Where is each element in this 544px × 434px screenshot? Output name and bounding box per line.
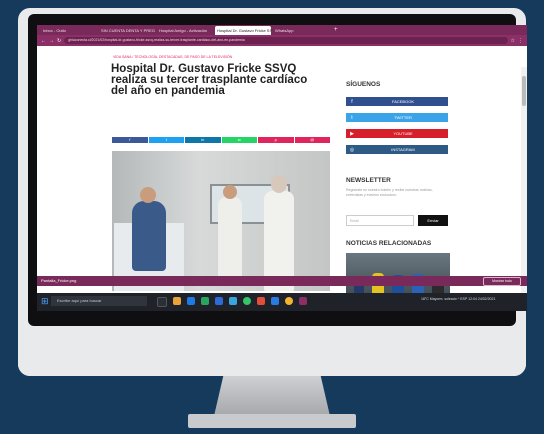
photo-patient-head <box>140 187 156 203</box>
task-view-icon[interactable] <box>157 297 167 307</box>
browser-tab[interactable]: Inbox - Outlo <box>41 28 97 33</box>
whatsapp-icon[interactable] <box>243 297 251 305</box>
store-icon[interactable] <box>201 297 209 305</box>
browser-tab[interactable]: SIN CUENTA DENTA Y PREGUN <box>99 28 155 33</box>
social-button-youtube[interactable]: ▶ YOUTUBE <box>346 129 448 138</box>
social-button-facebook[interactable]: f FACEBOOK <box>346 97 448 106</box>
facebook-icon: f <box>351 98 353 105</box>
monitor-chin <box>18 326 526 376</box>
chrome-icon[interactable] <box>285 297 293 305</box>
social-button-label: INSTAGRAM <box>391 147 415 152</box>
monitor-screen: Inbox - Outlo SIN CUENTA DENTA Y PREGUN … <box>37 25 527 311</box>
monitor-stand-foot <box>188 414 356 428</box>
web-page: VIDA SANA / TECNOLOGÍA, DESTACADAS, DE P… <box>37 46 527 309</box>
social-button-instagram[interactable]: ◎ INSTAGRAM <box>346 145 448 154</box>
browser-tab-active[interactable]: Hospital Dr. Gustavo Fricke SSVQ <box>215 25 271 35</box>
social-button-label: FACEBOOK <box>391 99 414 104</box>
article-title: Hospital Dr. Gustavo Fricke SSVQ realiza… <box>111 63 308 97</box>
taskbar-search-input[interactable]: Escribe aquí para buscar <box>51 296 147 306</box>
scrollbar-thumb[interactable] <box>522 76 526 106</box>
system-tray[interactable]: 18°C Mayorm. soleado ^ ESP 12:04 24/02/2… <box>421 297 495 301</box>
share-buttons: f t in w p @ <box>112 137 330 143</box>
forward-icon[interactable]: → <box>49 38 54 44</box>
monitor-stand-neck <box>214 376 330 416</box>
email-input[interactable]: Email <box>346 215 414 226</box>
linkedin-icon[interactable]: in <box>185 137 221 143</box>
reload-icon[interactable]: ↻ <box>57 38 61 44</box>
word-icon[interactable] <box>271 297 279 305</box>
newsletter-description: Regístrate en nuestro boletín y recibe n… <box>346 188 433 197</box>
send-button[interactable]: Enviar <box>418 215 448 226</box>
twitter-icon: t <box>351 114 353 121</box>
file-explorer-icon[interactable] <box>173 297 181 305</box>
photo-patient <box>132 201 166 271</box>
article-photo <box>112 151 330 291</box>
related-heading: NOTICIAS RELACIONADAS <box>346 240 432 247</box>
edge-icon[interactable] <box>187 297 195 305</box>
instagram-icon: ◎ <box>349 146 355 153</box>
bookmark-star-icon[interactable]: ☆ <box>511 38 515 44</box>
youtube-icon: ▶ <box>350 130 354 137</box>
downloads-bar <box>37 276 527 286</box>
twitter-icon[interactable]: t <box>148 137 184 143</box>
newsletter-heading: NEWSLETTER <box>346 177 391 184</box>
back-icon[interactable]: ← <box>41 38 46 44</box>
photo-doctor-right-head <box>271 175 287 193</box>
menu-dots-icon[interactable]: ⋮ <box>518 38 523 44</box>
photo-doctor-left <box>218 197 242 281</box>
app-icon[interactable] <box>257 297 265 305</box>
mail-icon[interactable] <box>215 297 223 305</box>
photo-doctor-left-head <box>223 185 237 199</box>
email-icon[interactable]: @ <box>294 137 330 143</box>
show-all-downloads-button[interactable]: Mostrar todo <box>483 277 521 286</box>
browser-tab[interactable]: Hospital Amigo - Activación <box>157 28 213 33</box>
whatsapp-icon[interactable]: w <box>221 137 257 143</box>
breadcrumb[interactable]: VIDA SANA / TECNOLOGÍA, DESTACADAS, DE P… <box>113 55 232 59</box>
follow-heading: SÍGUENOS <box>346 81 381 88</box>
browser-address-row: ← → ↻ ghiaconecta.cl/2021/02/hospital-dr… <box>37 35 527 46</box>
facebook-icon[interactable]: f <box>112 137 148 143</box>
new-tab-icon[interactable]: + <box>331 27 341 33</box>
browser-tab[interactable]: WhatsApp <box>273 28 329 33</box>
social-button-label: TWITTER <box>394 115 412 120</box>
social-button-label: YOUTUBE <box>393 131 413 136</box>
browser-active-icon[interactable] <box>299 297 307 305</box>
taskbar-apps <box>157 297 307 307</box>
social-button-twitter[interactable]: t TWITTER <box>346 113 448 122</box>
url-input[interactable]: ghiaconecta.cl/2021/02/hospital-dr-gusta… <box>64 37 508 44</box>
windows-start-icon[interactable]: ⊞ <box>41 296 49 307</box>
pinterest-icon[interactable]: p <box>258 137 294 143</box>
browser-tab-bar: Inbox - Outlo SIN CUENTA DENTA Y PREGUN … <box>37 25 527 35</box>
download-item[interactable]: Pantalla_Fricke.png <box>41 278 76 283</box>
outlook-icon[interactable] <box>229 297 237 305</box>
